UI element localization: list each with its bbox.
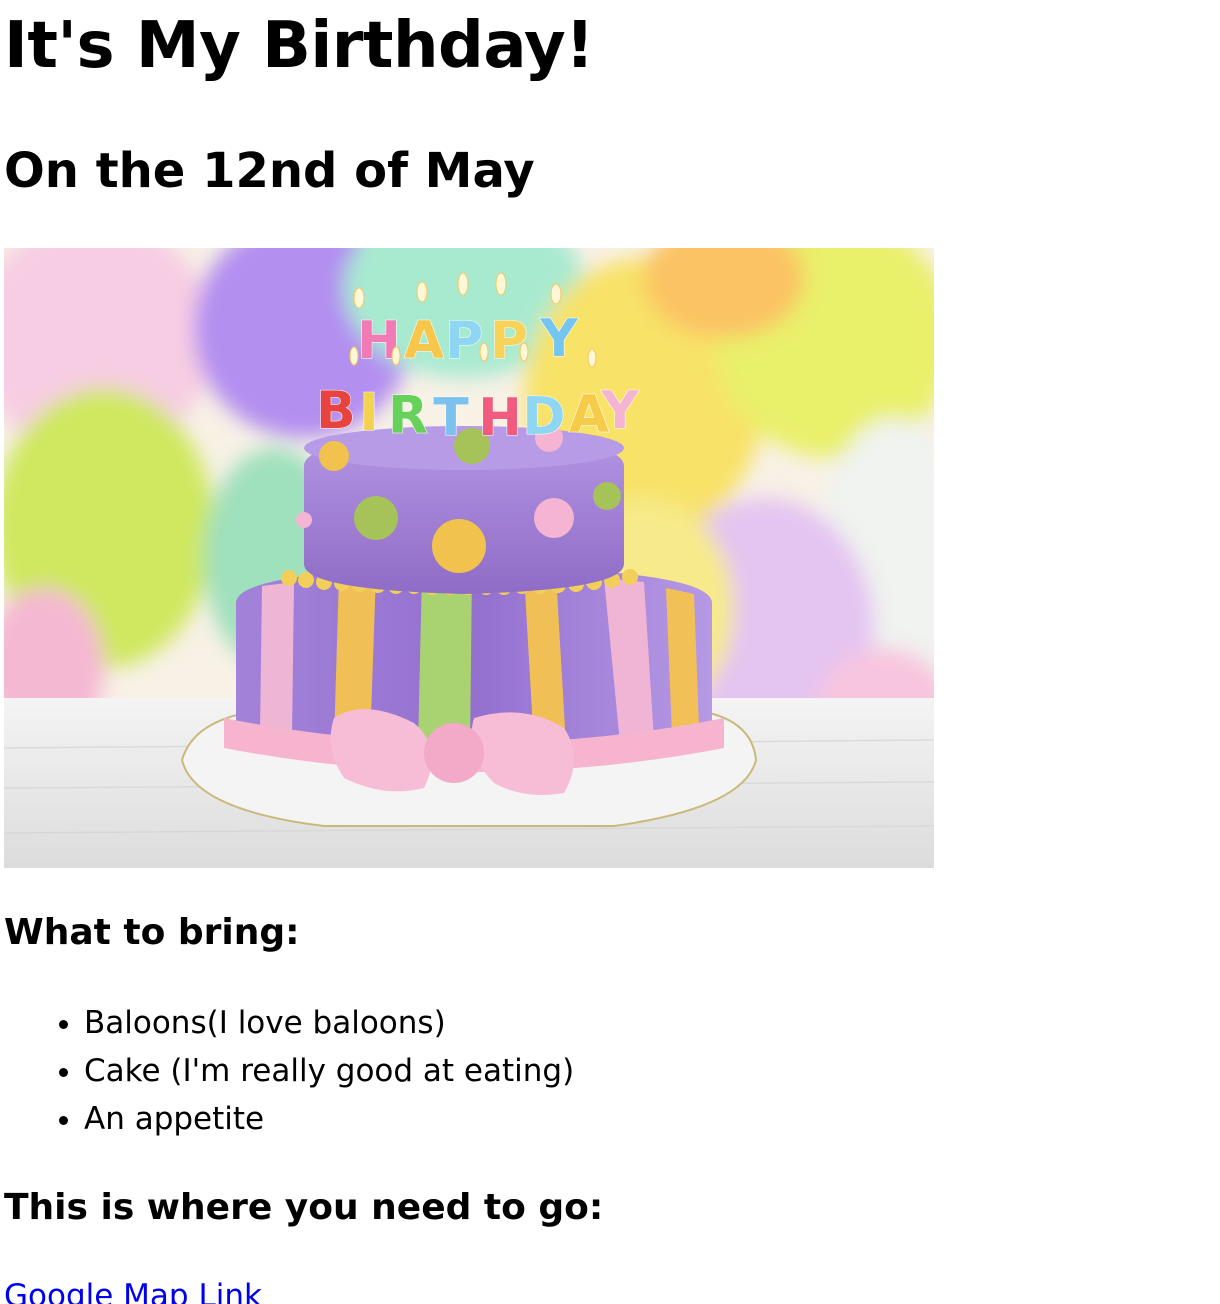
google-map-link[interactable]: Google Map Link xyxy=(4,1272,262,1304)
list-item: Cake (I'm really good at eating) xyxy=(84,1047,574,1095)
list-item: An appetite xyxy=(84,1095,574,1143)
svg-text:H: H xyxy=(478,388,522,448)
page-subtitle: On the 12nd of May xyxy=(4,143,535,199)
svg-text:Y: Y xyxy=(600,381,640,441)
bring-list: Baloons(I love baloons) Cake (I'm really… xyxy=(0,999,574,1143)
svg-text:P: P xyxy=(445,311,483,371)
page-title: It's My Birthday! xyxy=(4,9,594,83)
svg-text:P: P xyxy=(490,311,528,371)
where-to-go-heading: This is where you need to go: xyxy=(4,1187,604,1228)
list-item: Baloons(I love baloons) xyxy=(84,999,574,1047)
svg-text:T: T xyxy=(433,388,469,448)
svg-text:B: B xyxy=(316,381,356,441)
svg-text:I: I xyxy=(359,383,378,443)
what-to-bring-heading: What to bring: xyxy=(4,912,300,953)
svg-text:A: A xyxy=(404,311,444,371)
svg-text:D: D xyxy=(522,387,565,447)
svg-text:Y: Y xyxy=(539,309,579,369)
birthday-cake-photo: H A P P Y B I R T H D A Y xyxy=(4,248,934,868)
svg-text:R: R xyxy=(388,386,428,446)
page: It's My Birthday! On the 12nd of May H A… xyxy=(0,0,1220,1304)
